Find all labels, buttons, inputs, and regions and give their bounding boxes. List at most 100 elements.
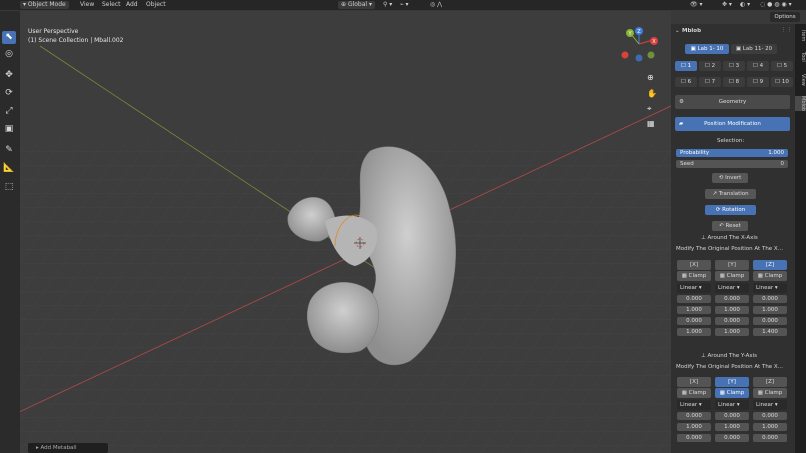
tab-mblob[interactable]: Mblob [795,96,806,112]
cursor-icon[interactable]: ◎ [2,48,16,61]
lab-button-5[interactable]: ☐ 5 [771,61,793,71]
annotate-icon[interactable]: ✎ [2,144,16,157]
lab-button-3[interactable]: ☐ 3 [723,61,745,71]
axis-label: Z [768,379,772,385]
x-section-axis-z[interactable]: [Z] [753,260,787,270]
menu-select[interactable]: Select [102,1,121,9]
tab-item[interactable]: Item [795,30,806,41]
seed-field[interactable]: Seed 0 [676,160,788,168]
visibility-icon[interactable]: 👁 ▾ [690,1,703,9]
x-section-axis-y[interactable]: [Y] [715,260,749,270]
y-section-interp-y[interactable]: Linear ▾ [715,400,749,410]
menu-add[interactable]: Add [126,1,138,9]
probability-field[interactable]: Probability 1.000 [676,149,788,157]
last-operator-label: Add Metaball [40,445,77,451]
y-val-r2-c2[interactable]: 0.000 [753,434,787,442]
lab-button-9[interactable]: ☐ 9 [747,77,769,87]
lab-button-7[interactable]: ☐ 7 [699,77,721,87]
y-val-r0-c0[interactable]: 0.000 [677,412,711,420]
lab-label: 4 [759,63,764,69]
x-val-r1-c1[interactable]: 1.000 [715,306,749,314]
x-val-r1-c0[interactable]: 1.000 [677,306,711,314]
x-section-interp-x[interactable]: Linear ▾ [677,283,711,293]
snap-icon[interactable]: ⌁ ▾ [400,1,409,9]
x-val-r3-c2[interactable]: 1.400 [753,328,787,336]
tab-lab-1-10[interactable]: ▣ Lab 1- 10 [685,44,729,54]
y-section-axis-y[interactable]: [Y] [715,377,749,387]
lab-button-6[interactable]: ☐ 6 [675,77,697,87]
pan-hand-icon[interactable]: ✋ [647,89,657,98]
y-section-clamp-y[interactable]: ▦ Clamp [715,388,749,398]
geometry-button[interactable]: ⚙ Geometry [675,95,790,109]
perspective-grid-icon[interactable]: ▦ [647,119,655,128]
x-val-r0-c1[interactable]: 0.000 [715,295,749,303]
reset-button[interactable]: ↶ Reset [712,221,748,231]
y-section-axis-x[interactable]: [X] [677,377,711,387]
y-val-r0-c2[interactable]: 0.000 [753,412,787,420]
scale-icon[interactable]: ⤢ [2,105,16,118]
x-val-r3-c0[interactable]: 1.000 [677,328,711,336]
x-val-r0-c2[interactable]: 0.000 [753,295,787,303]
rotate-icon[interactable]: ⟳ [2,87,16,100]
translation-button[interactable]: ↗ Translation [705,189,756,199]
menu-object[interactable]: Object [146,1,166,9]
x-section-interp-z[interactable]: Linear ▾ [753,283,787,293]
drag-handle-icon[interactable]: ⋮⋮ [781,27,792,33]
gizmo-toggle-icon[interactable]: ✥ ▾ [722,1,732,9]
proportional-icon[interactable]: ◎ ⋀ [430,1,442,9]
y-section-interp-x[interactable]: Linear ▾ [677,400,711,410]
x-section-clamp-x[interactable]: ▦ Clamp [677,271,711,281]
zoom-icon[interactable]: ⊕ [647,73,654,82]
panel-collapse-icon[interactable]: ⌄ [675,28,680,34]
lab-button-8[interactable]: ☐ 8 [723,77,745,87]
options-button[interactable]: Options [770,12,800,22]
lab-button-2[interactable]: ☐ 2 [699,61,721,71]
position-modification-button[interactable]: ▰ Position Modification [675,117,790,131]
y-section-clamp-z[interactable]: ▦ Clamp [753,388,787,398]
lab-button-10[interactable]: ☐ 10 [771,77,793,87]
transform-icon[interactable]: ▣ [2,123,16,136]
x-val-r2-c2[interactable]: 0.000 [753,317,787,325]
camera-icon[interactable]: ⌖ [647,104,652,114]
y-val-r0-c1[interactable]: 0.000 [715,412,749,420]
mode-select[interactable]: ▾ Object Mode [20,1,69,9]
invert-button[interactable]: ⟲ Invert [712,173,748,183]
x-val-r0-c0[interactable]: 0.000 [677,295,711,303]
select-box-icon[interactable]: ⬉ [2,31,16,44]
x-val-r1-c2[interactable]: 1.000 [753,306,787,314]
lab-button-1[interactable]: ☐ 1 [675,61,697,71]
move-icon[interactable]: ✥ [2,69,16,82]
lab-label: 10 [781,79,789,85]
measure-icon[interactable]: 📐 [2,162,16,175]
y-val-r1-c2[interactable]: 1.000 [753,423,787,431]
y-val-r1-c0[interactable]: 1.000 [677,423,711,431]
shading-icons[interactable]: ◌ ● ◍ ◉ ▾ [760,1,792,9]
pivot-icon[interactable]: ⚲ ▾ [383,1,392,9]
tab-view[interactable]: View [795,74,806,86]
lab-button-4[interactable]: ☐ 4 [747,61,769,71]
orientation-select[interactable]: ⊕ Global ▾ [338,1,375,9]
y-val-r2-c1[interactable]: 0.000 [715,434,749,442]
x-section-clamp-z[interactable]: ▦ Clamp [753,271,787,281]
3d-viewport[interactable]: Z X Y User Perspective (1) Scene Collect… [20,11,671,453]
tab-tool[interactable]: Tool [795,52,806,62]
overlay-icon[interactable]: ◐ ▾ [740,1,750,9]
y-val-r2-c0[interactable]: 0.000 [677,434,711,442]
navigation-gizmo[interactable]: Z X Y [621,27,659,62]
menu-view[interactable]: View [80,1,94,9]
y-section-axis-z[interactable]: [Z] [753,377,787,387]
rotation-button[interactable]: ⟳ Rotation [705,205,756,215]
last-operator-panel[interactable]: ▸ Add Metaball [28,443,108,453]
x-section-interp-y[interactable]: Linear ▾ [715,283,749,293]
lab-label: 1 [687,63,692,69]
add-cube-icon[interactable]: ⬚ [2,181,16,194]
x-section-axis-x[interactable]: [X] [677,260,711,270]
y-section-interp-z[interactable]: Linear ▾ [753,400,787,410]
x-val-r2-c1[interactable]: 0.000 [715,317,749,325]
x-val-r3-c1[interactable]: 1.000 [715,328,749,336]
y-section-clamp-x[interactable]: ▦ Clamp [677,388,711,398]
x-val-r2-c0[interactable]: 0.000 [677,317,711,325]
y-val-r1-c1[interactable]: 1.000 [715,423,749,431]
tab-lab-11-20[interactable]: ▣ Lab 11- 20 [731,44,777,54]
x-section-clamp-y[interactable]: ▦ Clamp [715,271,749,281]
